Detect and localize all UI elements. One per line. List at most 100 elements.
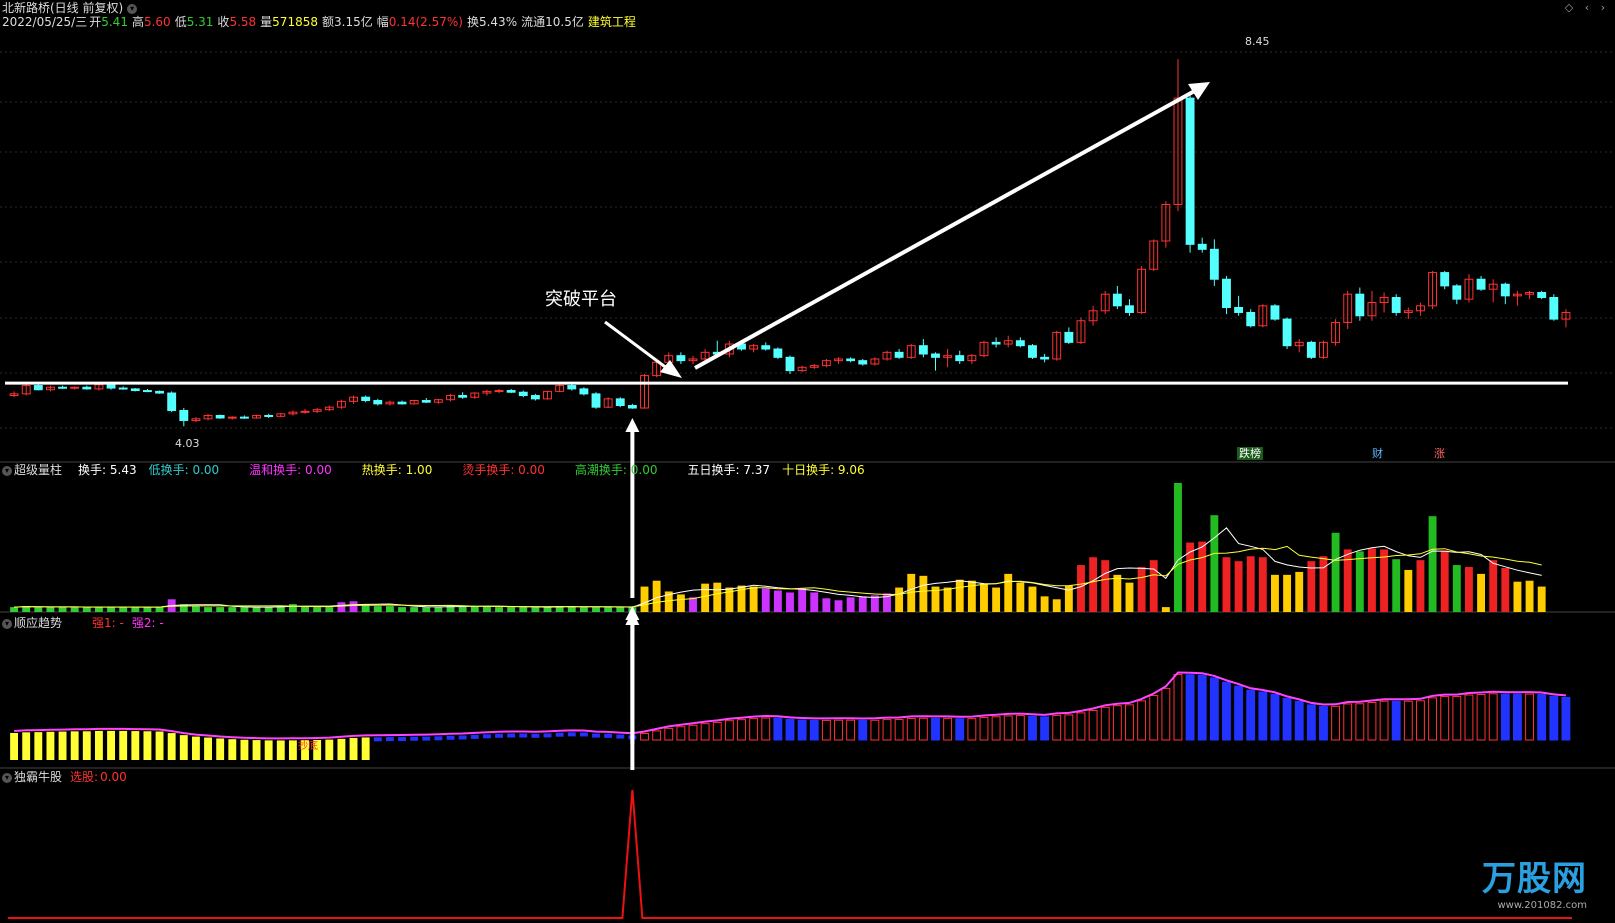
badge-zhang[interactable]: 涨: [1432, 447, 1447, 460]
candle-body: [1125, 305, 1134, 313]
trend-bar: [967, 718, 977, 741]
volume-bar: [434, 607, 443, 612]
chevron-left-icon[interactable]: ‹: [1581, 2, 1593, 14]
trend-bar: [955, 718, 965, 741]
volume-bar: [495, 607, 503, 612]
volume-bar: [94, 607, 103, 612]
close-label: 收: [217, 15, 230, 29]
stock-chart: [0, 51, 1615, 919]
vol-pane-title[interactable]: 超级量柱: [14, 463, 62, 477]
vol-item-7: 十日换手: 9.06: [782, 463, 865, 477]
trend-pane-title[interactable]: 顺应趋势: [14, 616, 62, 630]
low-label: 低: [174, 15, 187, 29]
vol-item-1: 低换手: 0.00: [148, 463, 220, 477]
volume-bar: [216, 607, 225, 612]
volume-bar: [1186, 542, 1195, 612]
volume-bar: [1161, 607, 1170, 612]
volume-bar: [1295, 571, 1304, 612]
trend-bar: [1003, 715, 1013, 741]
volume-bar: [834, 600, 843, 612]
badge-die[interactable]: 跌榜: [1237, 447, 1263, 460]
trend-bar: [446, 735, 455, 740]
volume-bar: [482, 606, 491, 612]
arrow-up-head: [625, 418, 640, 432]
header-row-2: 2022/05/25/三 开5.41 高5.60 低5.31 收5.58 量571858 额…: [2, 15, 640, 29]
arrow-annotation-head: [660, 360, 682, 378]
arrow-up-head: [625, 606, 640, 620]
volume-bar: [773, 590, 782, 612]
candle-body: [627, 405, 637, 409]
volume-bar: [107, 607, 115, 612]
volume-bar: [288, 604, 297, 612]
volume-bar: [46, 607, 55, 612]
trend-bar: [1440, 696, 1450, 741]
candle-body: [1112, 293, 1122, 307]
arrow-trend-shaft: [694, 86, 1201, 370]
high-price-label: 8.45: [1245, 35, 1270, 48]
volume-bar: [1198, 541, 1207, 612]
volume-bar: [1271, 574, 1279, 612]
trend-bar: [1197, 674, 1207, 741]
trend-bar: [797, 719, 807, 741]
trend-bar: [1525, 693, 1535, 741]
volume-bar: [652, 580, 661, 612]
trend-bar: [179, 735, 188, 760]
candle-body: [58, 386, 67, 389]
stock-name[interactable]: 北新路桥(日线 前复权): [2, 1, 123, 15]
open-label: 开: [89, 15, 102, 29]
candle-body: [397, 401, 407, 405]
volume-bar: [543, 607, 552, 612]
volume-bar: [264, 607, 273, 612]
volume-bar: [470, 606, 479, 612]
volume-bar: [786, 592, 794, 612]
chevron-down-icon[interactable]: ▾: [2, 465, 12, 476]
volume-bar: [1428, 516, 1437, 612]
chevron-down-icon[interactable]: ▾: [127, 3, 138, 14]
trend-bar: [1294, 700, 1304, 741]
trend-bar: [1088, 710, 1098, 741]
trend-bar: [1428, 697, 1438, 741]
candle-body: [1015, 340, 1025, 347]
badge-cai[interactable]: 财: [1370, 447, 1385, 460]
trend-bar: [385, 737, 394, 742]
bull-pane-title[interactable]: 独霸牛股: [14, 770, 62, 784]
trend-bar: [422, 736, 431, 741]
volume-bar: [119, 607, 128, 612]
float-label: 流通: [521, 15, 546, 29]
chevron-down-icon[interactable]: ▾: [2, 772, 12, 783]
chg-label: 幅: [376, 15, 389, 29]
volume-bar: [131, 607, 140, 612]
bull-pane: [8, 789, 1572, 919]
candle-body: [1270, 305, 1280, 320]
low-value: 5.31: [186, 15, 214, 29]
trend-bar: [34, 732, 43, 760]
vol-item-6: 五日换手: 7.37: [687, 463, 771, 477]
volume-bar: [992, 587, 1001, 612]
volume-bar: [1028, 586, 1037, 612]
vol-pane-title-row: ▾ 超级量柱 换手: 5.43 低换手: 0.00 温和换手: 0.00 热换手: 1.0…: [2, 463, 881, 477]
trend-bar: [337, 738, 346, 760]
chevron-down-icon[interactable]: ▾: [2, 618, 12, 629]
trend-bar: [1149, 695, 1159, 741]
volume-bar: [422, 607, 431, 612]
chevron-right-icon[interactable]: ›: [1597, 2, 1609, 14]
header-row-1: 北新路桥(日线 前复权) ▾: [2, 1, 141, 15]
trend-bar: [1015, 715, 1025, 741]
volume-bar: [943, 587, 952, 612]
candle-body: [785, 356, 795, 372]
volume-bar: [191, 606, 200, 612]
trend-bar: [761, 717, 771, 741]
trend-bar: [1173, 674, 1183, 741]
volume-bar: [1404, 569, 1413, 612]
candle-body: [894, 351, 904, 358]
diamond-icon[interactable]: ◇: [1563, 2, 1575, 14]
volume-bar: [579, 607, 588, 612]
trend-bar: [1161, 687, 1171, 741]
trend-bar: [325, 739, 334, 760]
trend-bar: [1391, 700, 1401, 741]
sector[interactable]: 建筑工程: [588, 15, 636, 29]
trend-bar: [1137, 700, 1147, 741]
candle-body: [106, 384, 116, 389]
volume-bar: [1052, 599, 1061, 612]
volume-bar: [143, 607, 152, 612]
